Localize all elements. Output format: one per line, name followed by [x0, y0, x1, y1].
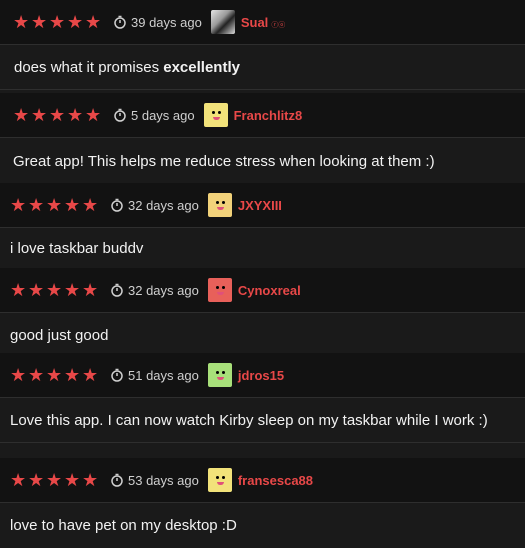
- star-icon: ★: [64, 470, 81, 490]
- stopwatch-icon: [111, 368, 123, 382]
- star-icon: ★: [46, 280, 63, 300]
- review-meta: ★ ★ ★ ★ ★ 32 days ago JXYXIII: [0, 183, 525, 227]
- star-icon: ★: [13, 12, 30, 32]
- avatar[interactable]: [207, 278, 232, 302]
- star-icon: ★: [82, 195, 99, 215]
- review-time: 51 days ago: [110, 368, 199, 383]
- review-time: 53 days ago: [110, 473, 199, 488]
- star-icon: ★: [85, 105, 102, 125]
- review-text-plain: love to have pet on my desktop :D: [10, 517, 237, 534]
- time-label: 32 days ago: [128, 197, 199, 213]
- review-text: Great app! This helps me reduce stress w…: [0, 137, 525, 185]
- stopwatch-icon: [111, 473, 123, 487]
- star-icon: ★: [31, 12, 48, 32]
- star-icon: ★: [46, 470, 63, 490]
- stopwatch-icon: [114, 15, 126, 29]
- star-icon: ★: [31, 105, 48, 125]
- star-icon: ★: [10, 470, 27, 490]
- star-icon: ★: [82, 365, 99, 385]
- stopwatch-icon: [114, 108, 126, 122]
- username[interactable]: Cynoxreal: [238, 283, 301, 298]
- star-icon: ★: [28, 280, 45, 300]
- review-text-plain: Great app! This helps me reduce stress w…: [13, 152, 435, 170]
- review-text-plain: i love taskbar buddv: [10, 239, 144, 257]
- review-text: Love this app. I can now watch Kirby sle…: [0, 397, 525, 443]
- review-text-plain: Love this app. I can now watch Kirby sle…: [10, 411, 488, 429]
- star-icon: ★: [64, 195, 81, 215]
- time-label: 32 days ago: [128, 282, 199, 298]
- star-icon: ★: [10, 280, 27, 300]
- star-icon: ★: [10, 365, 27, 385]
- stopwatch-icon: [111, 198, 123, 212]
- review-meta: ★ ★ ★ ★ ★ 51 days ago jdros15: [0, 353, 525, 397]
- star-icon: ★: [64, 365, 81, 385]
- review-time: 5 days ago: [113, 108, 195, 123]
- avatar[interactable]: [210, 10, 235, 34]
- username[interactable]: jdros15: [238, 368, 284, 383]
- star-rating: ★ ★ ★ ★ ★: [10, 471, 98, 489]
- review-meta: ★ ★ ★ ★ ★ 53 days ago fransesca88: [0, 458, 525, 502]
- review-text-plain: does what it promises: [14, 58, 164, 76]
- review-time: 39 days ago: [113, 15, 202, 30]
- time-label: 39 days ago: [131, 14, 202, 30]
- username-suffix: ⓡⓞ: [271, 21, 286, 29]
- review-text-bold: excellently: [163, 58, 240, 76]
- username[interactable]: JXYXIII: [238, 198, 282, 213]
- star-icon: ★: [46, 195, 63, 215]
- star-rating: ★ ★ ★ ★ ★: [13, 13, 101, 31]
- time-label: 53 days ago: [128, 472, 199, 488]
- username[interactable]: Franchlitz8: [234, 108, 303, 123]
- avatar[interactable]: [207, 193, 232, 217]
- review-text: good just good: [0, 312, 525, 358]
- avatar[interactable]: [207, 468, 232, 492]
- star-icon: ★: [28, 470, 45, 490]
- stopwatch-icon: [111, 283, 123, 297]
- time-label: 5 days ago: [131, 107, 195, 123]
- star-rating: ★ ★ ★ ★ ★: [13, 106, 101, 124]
- star-icon: ★: [85, 12, 102, 32]
- star-icon: ★: [28, 195, 45, 215]
- star-rating: ★ ★ ★ ★ ★: [10, 196, 98, 214]
- star-icon: ★: [46, 365, 63, 385]
- review-meta: ★ ★ ★ ★ ★ 32 days ago Cynoxreal: [0, 268, 525, 312]
- star-icon: ★: [49, 12, 66, 32]
- star-icon: ★: [67, 105, 84, 125]
- review-text: i love taskbar buddv: [0, 227, 525, 269]
- review-time: 32 days ago: [110, 283, 199, 298]
- review-text: love to have pet on my desktop :D: [0, 502, 525, 548]
- review-time: 32 days ago: [110, 198, 199, 213]
- review-text-plain: good just good: [10, 326, 109, 344]
- star-icon: ★: [82, 280, 99, 300]
- username[interactable]: Sual: [241, 15, 268, 30]
- username[interactable]: fransesca88: [238, 473, 313, 488]
- star-icon: ★: [28, 365, 45, 385]
- review-meta: ★ ★ ★ ★ ★ 39 days ago Sual ⓡⓞ: [0, 0, 525, 44]
- username-link[interactable]: Sual ⓡⓞ: [241, 15, 285, 30]
- review-text: does what it promises excellently: [0, 44, 525, 90]
- time-label: 51 days ago: [128, 367, 199, 383]
- star-icon: ★: [64, 280, 81, 300]
- star-icon: ★: [67, 12, 84, 32]
- star-icon: ★: [82, 470, 99, 490]
- star-icon: ★: [10, 195, 27, 215]
- star-rating: ★ ★ ★ ★ ★: [10, 281, 98, 299]
- star-icon: ★: [13, 105, 30, 125]
- avatar[interactable]: [207, 363, 232, 387]
- avatar[interactable]: [203, 103, 228, 127]
- review-meta: ★ ★ ★ ★ ★ 5 days ago Franchlitz8: [0, 93, 525, 137]
- star-rating: ★ ★ ★ ★ ★: [10, 366, 98, 384]
- star-icon: ★: [49, 105, 66, 125]
